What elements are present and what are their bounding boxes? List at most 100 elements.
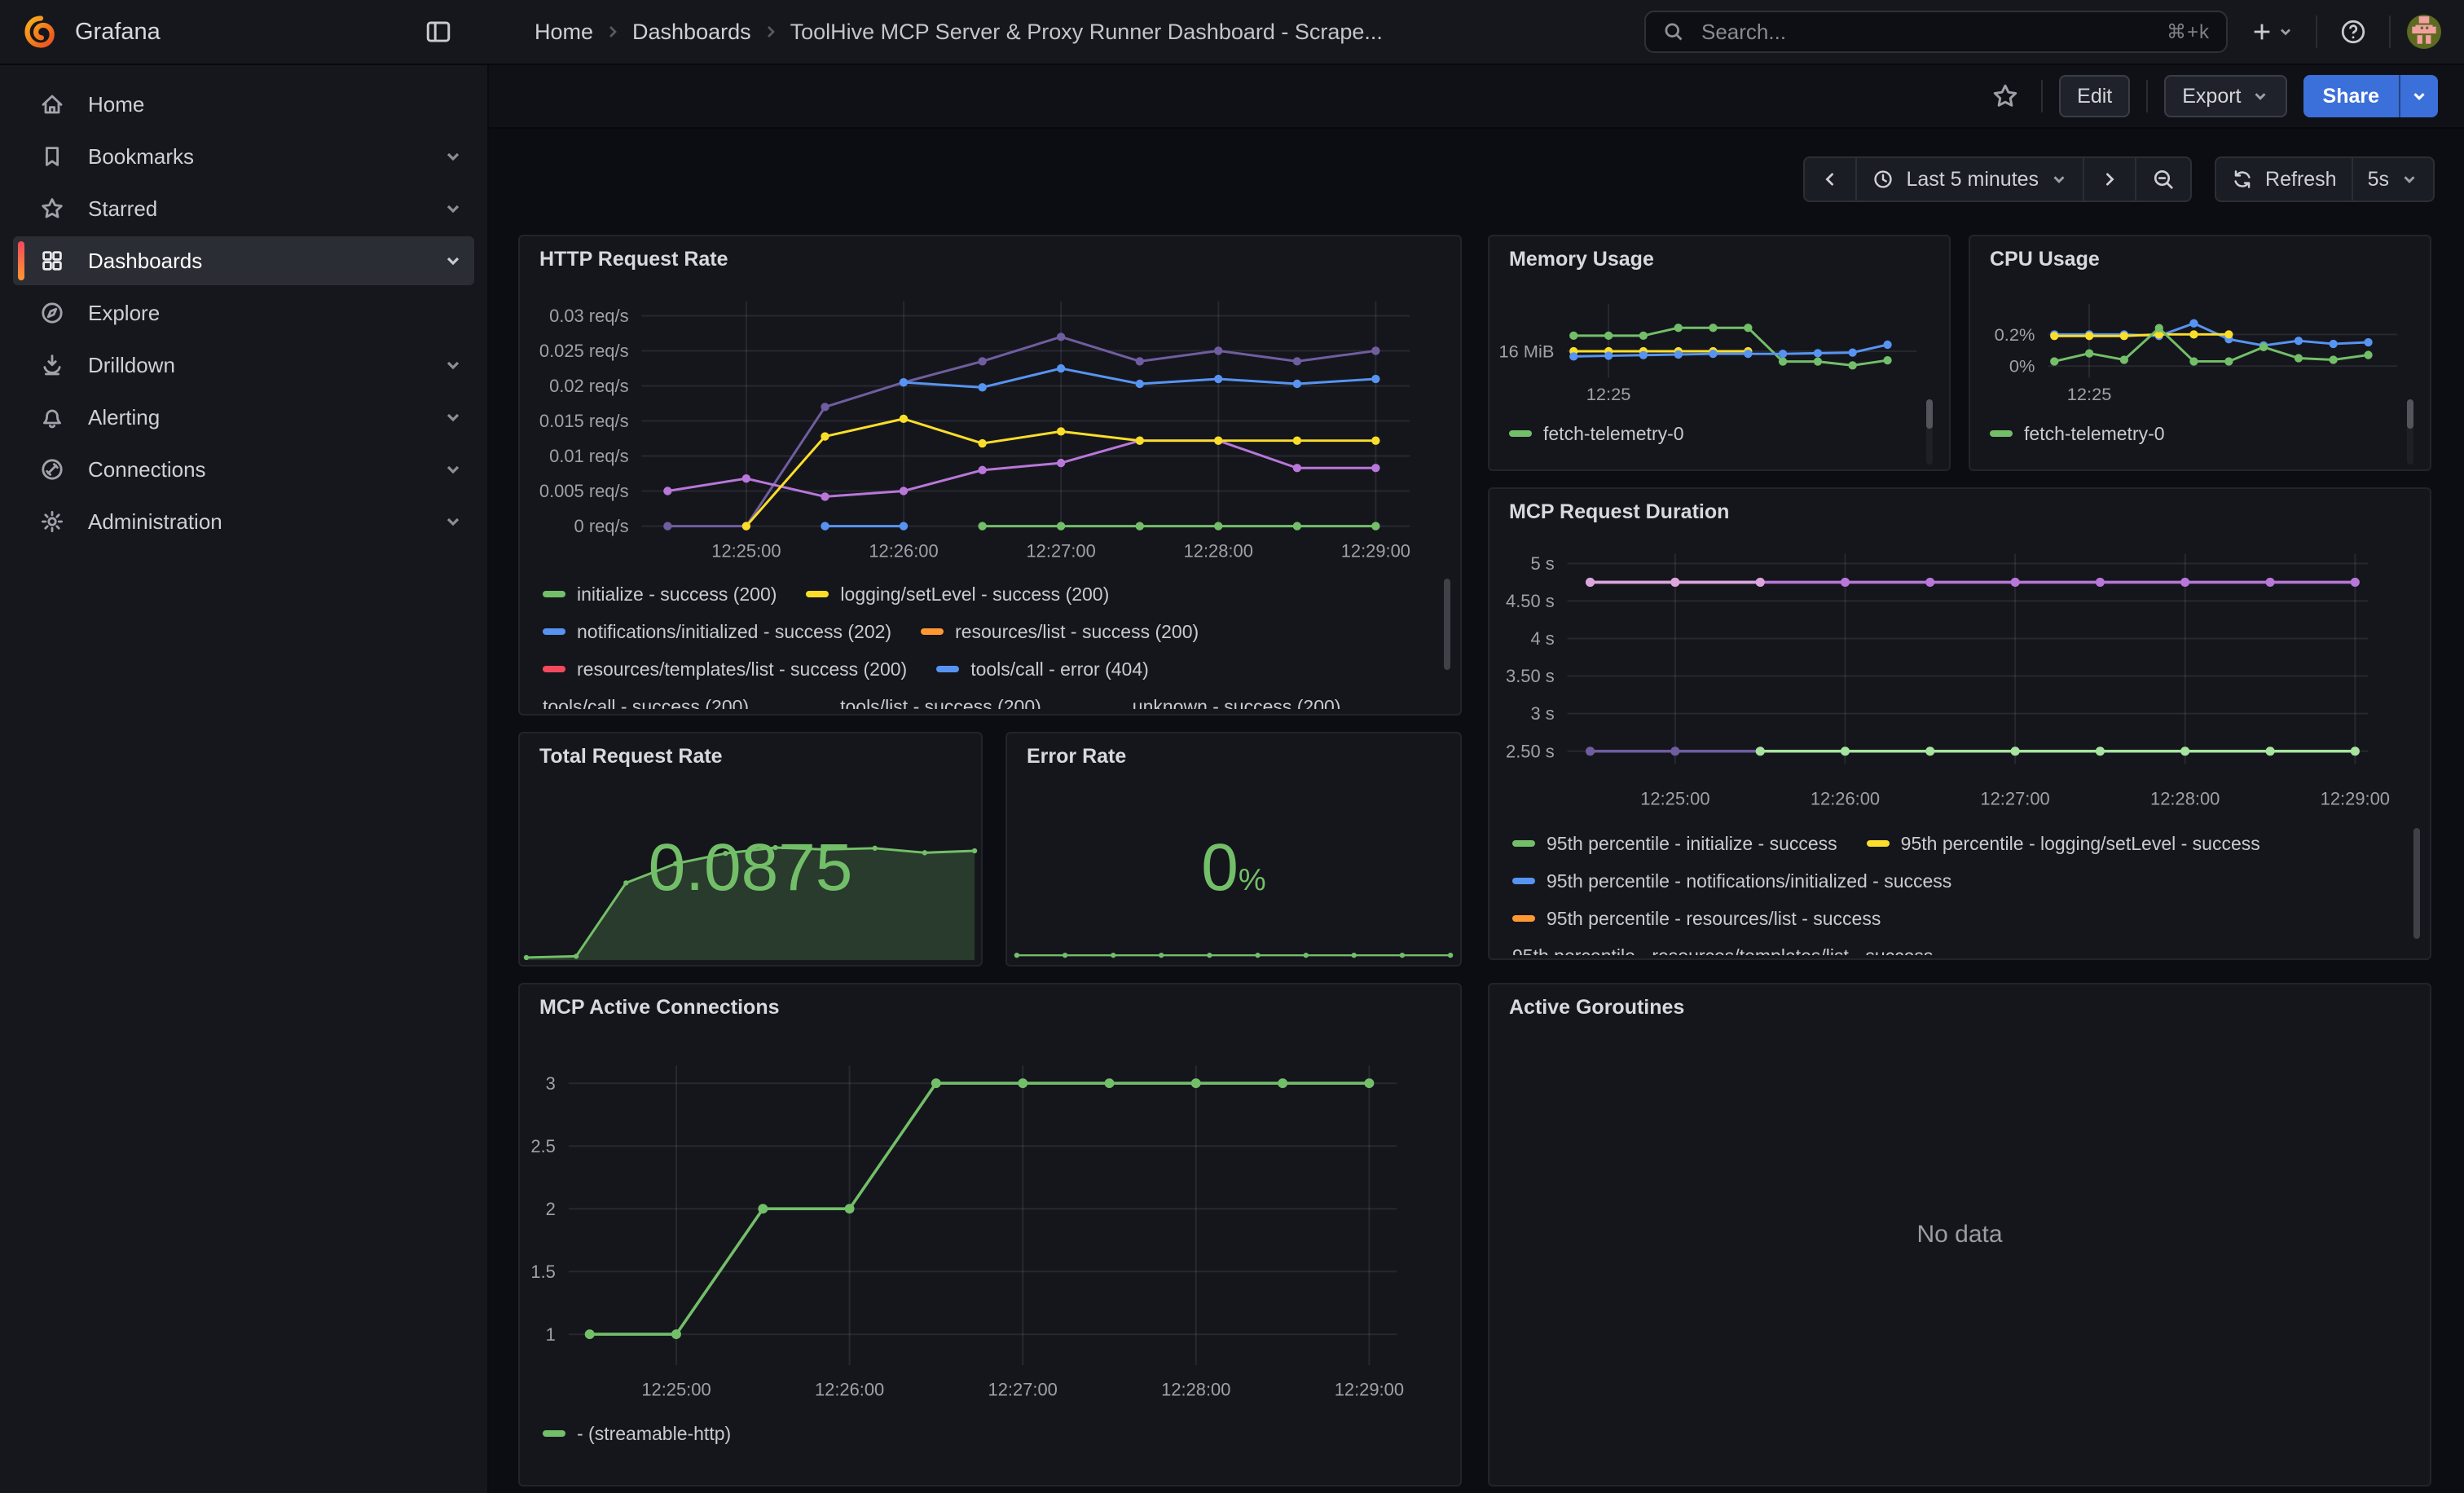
svg-text:12:27:00: 12:27:00: [988, 1380, 1058, 1400]
legend-item[interactable]: tools/call - success (200): [543, 696, 749, 710]
legend-item[interactable]: fetch-telemetry-0: [1509, 419, 1684, 448]
edit-button[interactable]: Edit: [2059, 75, 2130, 117]
time-forward-button[interactable]: [2083, 158, 2135, 200]
panel-memory-usage: Memory Usage 16 MiB12:25 fetch-telemetry…: [1488, 235, 1951, 471]
sidebar-item-administration[interactable]: Administration: [13, 497, 474, 546]
legend-item[interactable]: - (streamable-http): [543, 1423, 731, 1445]
sidebar-item-home[interactable]: Home: [13, 80, 474, 129]
sidebar-item-drilldown[interactable]: Drilldown: [13, 341, 474, 390]
sidebar-item-label: Connections: [88, 457, 206, 482]
chevron-down-icon[interactable]: [442, 458, 464, 481]
svg-text:1.5: 1.5: [530, 1262, 555, 1282]
sidebar-item-dashboards[interactable]: Dashboards: [13, 236, 474, 285]
chevron-down-icon[interactable]: [442, 406, 464, 429]
sidebar-toggle-icon[interactable]: [411, 9, 466, 55]
legend-scrollbar[interactable]: [1926, 399, 1933, 429]
sidebar: Home Bookmarks Starred: [0, 65, 489, 1493]
legend-item[interactable]: 95th percentile - resources/templates/li…: [1512, 945, 1933, 956]
search-field[interactable]: [1698, 18, 2154, 46]
bell-icon: [39, 404, 65, 430]
zoom-out-button[interactable]: [2135, 158, 2190, 200]
add-button[interactable]: [2244, 12, 2299, 51]
divider: [2389, 15, 2391, 48]
legend-item[interactable]: tools/list - success (200): [840, 696, 1041, 710]
share-menu-button[interactable]: [2399, 75, 2438, 117]
stat-suffix: %: [1239, 863, 1266, 897]
legend-item[interactable]: initialize - success (200): [543, 584, 777, 606]
sidebar-item-bookmarks[interactable]: Bookmarks: [13, 132, 474, 181]
legend-scrollbar[interactable]: [2413, 828, 2420, 939]
home-icon: [39, 91, 65, 117]
legend-item[interactable]: 95th percentile - initialize - success: [1512, 833, 1837, 855]
svg-text:2: 2: [546, 1199, 556, 1219]
sidebar-item-explore[interactable]: Explore: [13, 288, 474, 337]
legend-item[interactable]: fetch-telemetry-0: [1990, 419, 2165, 448]
svg-text:12:25:00: 12:25:00: [1640, 788, 1709, 808]
svg-text:3 s: 3 s: [1530, 703, 1554, 724]
breadcrumb-dashboards[interactable]: Dashboards: [632, 20, 751, 45]
sidebar-item-label: Dashboards: [88, 249, 202, 274]
help-icon[interactable]: [2334, 12, 2373, 51]
svg-text:4.50 s: 4.50 s: [1506, 591, 1555, 611]
divider: [2316, 15, 2317, 48]
grafana-logo-icon[interactable]: [23, 14, 59, 50]
panel-title[interactable]: MCP Active Connections: [539, 996, 780, 1020]
legend-scrollbar[interactable]: [1444, 579, 1450, 670]
svg-text:0.015 req/s: 0.015 req/s: [539, 411, 629, 431]
share-button[interactable]: Share: [2303, 75, 2399, 117]
panel-title[interactable]: CPU Usage: [1990, 248, 2100, 271]
legend-item[interactable]: resources/list - success (200): [921, 621, 1199, 643]
refresh-group: Refresh 5s: [2215, 156, 2435, 202]
legend-item[interactable]: logging/setLevel - success (200): [806, 584, 1109, 606]
sidebar-item-starred[interactable]: Starred: [13, 184, 474, 233]
chevron-down-icon[interactable]: [442, 354, 464, 377]
legend: - (streamable-http): [543, 1415, 1437, 1457]
chevron-down-icon[interactable]: [442, 197, 464, 220]
chevron-down-icon[interactable]: [442, 510, 464, 533]
panel-title[interactable]: Active Goroutines: [1509, 996, 1684, 1020]
search-icon: [1662, 20, 1685, 43]
panel-title[interactable]: Memory Usage: [1509, 248, 1654, 271]
favorite-star-icon[interactable]: [1986, 77, 2025, 116]
drilldown-icon: [39, 352, 65, 378]
svg-text:12:29:00: 12:29:00: [2321, 788, 2390, 808]
legend: 95th percentile - initialize - success 9…: [1512, 825, 2407, 955]
svg-text:0.2%: 0.2%: [1995, 324, 2035, 345]
panel-title[interactable]: HTTP Request Rate: [539, 248, 728, 271]
legend-item[interactable]: resources/templates/list - success (200): [543, 658, 907, 680]
breadcrumb-home[interactable]: Home: [535, 20, 593, 45]
panel-title[interactable]: MCP Request Duration: [1509, 500, 1729, 524]
svg-text:1: 1: [546, 1324, 556, 1345]
legend-scrollbar[interactable]: [2407, 399, 2413, 429]
svg-text:0%: 0%: [2009, 356, 2035, 377]
time-back-button[interactable]: [1805, 158, 1855, 200]
panel-total-request-rate: Total Request Rate 0.0875: [518, 732, 983, 967]
svg-text:0.03 req/s: 0.03 req/s: [549, 306, 629, 326]
sidebar-item-alerting[interactable]: Alerting: [13, 393, 474, 442]
legend-item[interactable]: 95th percentile - resources/list - succe…: [1512, 908, 1881, 930]
svg-text:12:25: 12:25: [1586, 384, 1631, 404]
breadcrumb-current: ToolHive MCP Server & Proxy Runner Dashb…: [790, 20, 1383, 45]
panel-title[interactable]: Error Rate: [1027, 745, 1126, 769]
panel-title[interactable]: Total Request Rate: [539, 745, 723, 769]
time-range-picker[interactable]: Last 5 minutes: [1855, 158, 2083, 200]
search-input[interactable]: ⌘+k: [1644, 11, 2228, 53]
avatar[interactable]: [2407, 15, 2441, 49]
legend-item[interactable]: 95th percentile - logging/setLevel - suc…: [1867, 833, 2260, 855]
refresh-button[interactable]: Refresh: [2216, 158, 2352, 200]
legend-item[interactable]: 95th percentile - notifications/initiali…: [1512, 870, 1951, 892]
legend-item[interactable]: tools/call - error (404): [936, 658, 1149, 680]
export-button[interactable]: Export: [2164, 75, 2286, 117]
legend: initialize - success (200) logging/setLe…: [543, 575, 1437, 709]
legend-item[interactable]: unknown - success (200): [1133, 696, 1341, 710]
chevron-down-icon[interactable]: [442, 249, 464, 272]
sidebar-item-label: Administration: [88, 509, 222, 535]
svg-text:12:29:00: 12:29:00: [1341, 540, 1410, 561]
svg-text:0 req/s: 0 req/s: [574, 516, 629, 536]
legend-item[interactable]: notifications/initialized - success (202…: [543, 621, 891, 643]
sidebar-item-connections[interactable]: Connections: [13, 445, 474, 494]
refresh-interval-picker[interactable]: 5s: [2352, 158, 2433, 200]
share-button-group: Share: [2303, 75, 2438, 117]
chevron-down-icon[interactable]: [442, 145, 464, 168]
panel-error-rate: Error Rate 0%: [1005, 732, 1462, 967]
